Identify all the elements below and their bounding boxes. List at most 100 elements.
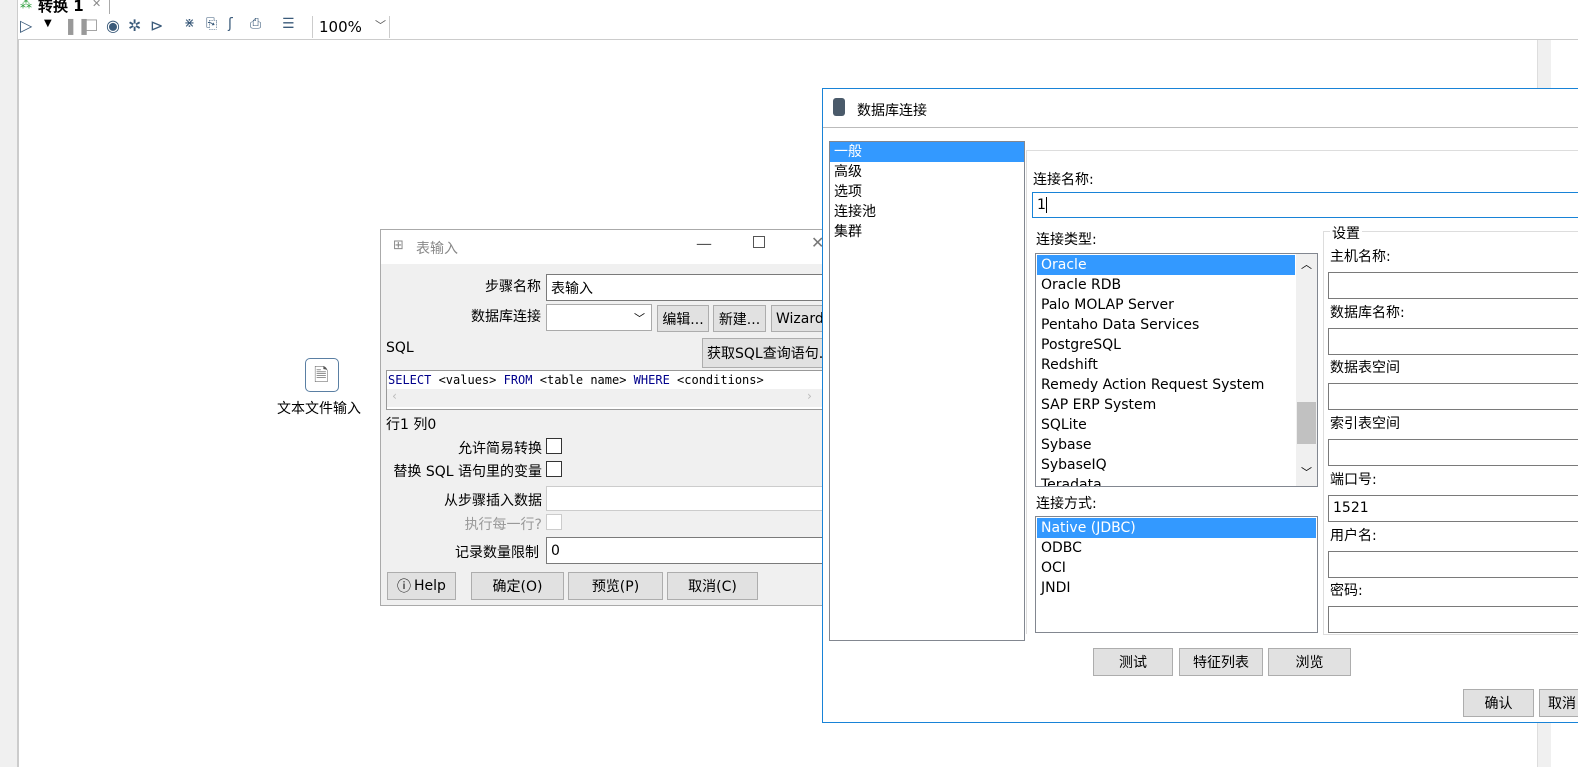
insert-from-step-label: 从步骤插入数据 <box>444 493 542 509</box>
help-button[interactable]: ⓘ Help <box>387 572 456 600</box>
setting-input[interactable] <box>1328 606 1578 634</box>
nav-item-pooling[interactable]: 连接池 <box>830 202 1024 222</box>
explore-db-icon[interactable]: ⎙ <box>250 16 261 32</box>
limit-input[interactable]: 0 <box>546 537 846 564</box>
nav-item-general[interactable]: 一般 <box>830 142 1024 162</box>
exec-each-row-label: 执行每一行? <box>464 517 542 533</box>
access-type-item[interactable]: ODBC <box>1037 538 1316 558</box>
preview-button[interactable]: 预览(P) <box>568 572 663 600</box>
conn-type-item[interactable]: Sybase <box>1037 435 1295 455</box>
conn-name-input[interactable]: 1 <box>1032 192 1578 218</box>
conn-name-value: 1 <box>1037 197 1046 213</box>
minimize-button[interactable]: — <box>696 234 712 253</box>
conn-type-item[interactable]: SAP ERP System <box>1037 395 1295 415</box>
impact-icon[interactable]: ⎘ <box>206 16 217 32</box>
setting-input[interactable] <box>1328 439 1578 467</box>
stop-icon[interactable]: ☐ <box>84 16 98 35</box>
features-button[interactable]: 特征列表 <box>1179 648 1263 676</box>
zoom-select[interactable]: 100% ﹀ <box>312 16 390 38</box>
lazy-conversion-checkbox[interactable] <box>546 438 562 454</box>
access-type-item[interactable]: Native (JDBC) <box>1037 518 1316 538</box>
conn-type-item[interactable]: Redshift <box>1037 355 1295 375</box>
zoom-value: 100% <box>319 18 362 36</box>
sql-text: <table name> <box>532 373 634 387</box>
cancel-button[interactable]: 取消 <box>1539 689 1578 717</box>
get-sql-button[interactable]: 获取SQL查询语句... <box>702 338 842 368</box>
conn-type-item[interactable]: Pentaho Data Services <box>1037 315 1295 335</box>
access-label: 连接方式: <box>1036 496 1097 512</box>
cursor-position: 行1 列0 <box>386 417 437 433</box>
setting-input[interactable] <box>1328 383 1578 411</box>
verify-icon[interactable]: ⋇ <box>184 16 195 31</box>
setting-input[interactable]: 1521 <box>1328 494 1578 522</box>
exec-each-row-checkbox[interactable] <box>546 514 562 530</box>
help-label: Help <box>414 578 446 594</box>
step-text-file-input[interactable]: 🗎 <box>305 358 339 392</box>
insert-from-step-select[interactable] <box>546 486 846 511</box>
settings-label: 设置 <box>1330 223 1362 243</box>
left-panel-edge <box>0 0 18 767</box>
lazy-conversion-label: 允许简易转换 <box>458 441 542 457</box>
access-type-item[interactable]: JNDI <box>1037 578 1316 598</box>
setting-input[interactable] <box>1328 272 1578 299</box>
conn-type-item[interactable]: PostgreSQL <box>1037 335 1295 355</box>
tab-transform[interactable]: ⁂ 转换 1 ✕ <box>18 0 110 14</box>
maximize-button[interactable] <box>753 236 765 248</box>
nav-item-options[interactable]: 选项 <box>830 182 1024 202</box>
run-dropdown-icon[interactable]: ▼ <box>44 18 52 29</box>
scroll-thumb[interactable] <box>1297 402 1316 444</box>
test-button[interactable]: 测试 <box>1093 648 1173 676</box>
nav-item-advanced[interactable]: 高级 <box>830 162 1024 182</box>
conn-type-item[interactable]: Oracle <box>1037 255 1295 275</box>
replace-vars-label: 替换 SQL 语句里的变量 <box>393 464 542 480</box>
chevron-down-icon: ﹀ <box>634 312 645 325</box>
tab-title: 转换 1 <box>38 0 84 14</box>
conn-type-item[interactable]: Palo MOLAP Server <box>1037 295 1295 315</box>
sql-editor[interactable]: SELECT <values> FROM <table name> WHERE … <box>386 370 836 410</box>
horizontal-scrollbar[interactable]: ‹ › <box>387 389 835 407</box>
ok-button[interactable]: 确定(O) <box>471 572 564 600</box>
nav-item-clustering[interactable]: 集群 <box>830 222 1024 242</box>
debug-icon[interactable]: ✲ <box>128 16 141 35</box>
table-input-dialog: ⊞ 表输入 — ✕ 步骤名称 表输入 数据库连接 ﹀ 编辑... 新建... W… <box>380 229 846 606</box>
step-name-input[interactable]: 表输入 <box>546 274 846 301</box>
conn-type-item[interactable]: Teradata <box>1037 475 1295 486</box>
sql-label: SQL <box>386 340 414 356</box>
access-list[interactable]: Native (JDBC) ODBC OCI JNDI <box>1035 516 1318 633</box>
ok-button[interactable]: 确认 <box>1463 689 1534 717</box>
dialog-title: 数据库连接 <box>857 103 927 119</box>
transform-icon: ⁂ <box>20 0 32 11</box>
sql-keyword: FROM <box>503 373 533 387</box>
conn-type-item[interactable]: SybaseIQ <box>1037 455 1295 475</box>
text-cursor <box>1045 197 1047 213</box>
new-button[interactable]: 新建... <box>713 305 766 332</box>
edit-button[interactable]: 编辑... <box>657 305 709 332</box>
show-results-icon[interactable]: ☰ <box>282 16 295 32</box>
cancel-button[interactable]: 取消(C) <box>667 572 758 600</box>
tab-close-icon[interactable]: ✕ <box>92 0 101 10</box>
nav-list: 一般 高级 选项 连接池 集群 <box>829 141 1025 641</box>
chevron-down-icon: ﹀ <box>375 19 386 32</box>
setting-input[interactable] <box>1328 327 1578 355</box>
conn-type-item[interactable]: Remedy Action Request System <box>1037 375 1295 395</box>
conn-type-list[interactable]: Oracle Oracle RDB Palo MOLAP Server Pentaho… <box>1035 253 1318 487</box>
setting-label: 索引表空间 <box>1330 416 1400 433</box>
preview-icon[interactable]: ◉ <box>106 16 120 35</box>
run-icon[interactable]: ▷ <box>20 16 32 35</box>
db-conn-select[interactable]: ﹀ <box>546 304 652 331</box>
replay-icon[interactable]: ⊳ <box>150 16 163 35</box>
sql-icon[interactable]: ʃ <box>228 16 233 32</box>
replace-vars-checkbox[interactable] <box>546 461 562 477</box>
conn-type-item[interactable]: Oracle RDB <box>1037 275 1295 295</box>
setting-input[interactable] <box>1328 550 1578 578</box>
vertical-scrollbar[interactable]: ︿ ﹀ <box>1296 254 1317 486</box>
sql-text: <conditions> <box>669 373 764 387</box>
general-panel: 连接名称: 1 连接类型: Oracle Oracle RDB Palo MOLAP… <box>1026 150 1578 635</box>
conn-name-label: 连接名称: <box>1033 172 1094 188</box>
conn-type-item[interactable]: SQLite <box>1037 415 1295 435</box>
title-bar: 数据库连接 <box>823 89 1578 128</box>
setting-label: 端口号: <box>1330 471 1377 488</box>
explore-button[interactable]: 浏览 <box>1268 648 1351 676</box>
access-type-item[interactable]: OCI <box>1037 558 1316 578</box>
db-conn-label: 数据库连接 <box>471 309 541 325</box>
